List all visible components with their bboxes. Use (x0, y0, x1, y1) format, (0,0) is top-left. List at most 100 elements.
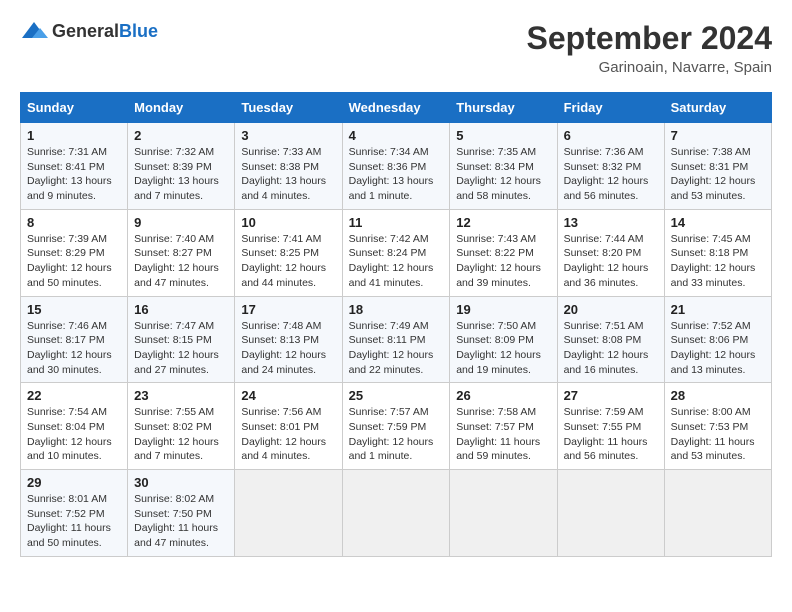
day-info: Sunrise: 7:41 AM Sunset: 8:25 PM Dayligh… (241, 232, 335, 291)
calendar-cell: 1 Sunrise: 7:31 AM Sunset: 8:41 PM Daylig… (21, 123, 128, 210)
calendar-cell: 28 Sunrise: 8:00 AM Sunset: 7:53 PM Dayli… (664, 383, 771, 470)
day-number: 13 (564, 215, 658, 230)
title-block: September 2024 Garinoain, Navarre, Spain (527, 20, 772, 76)
day-number: 11 (349, 215, 444, 230)
day-info: Sunrise: 7:35 AM Sunset: 8:34 PM Dayligh… (456, 145, 550, 204)
calendar-cell: 18 Sunrise: 7:49 AM Sunset: 8:11 PM Dayli… (342, 296, 450, 383)
calendar-cell: 2Sunrise: 7:32 AM Sunset: 8:39 PM Daylig… (128, 123, 235, 210)
day-number: 6 (564, 128, 658, 143)
calendar-cell (235, 470, 342, 557)
day-number: 1 (27, 128, 121, 143)
calendar-cell: 7 Sunrise: 7:38 AM Sunset: 8:31 PM Daylig… (664, 123, 771, 210)
calendar-cell: 22 Sunrise: 7:54 AM Sunset: 8:04 PM Dayli… (21, 383, 128, 470)
logo: GeneralBlue (20, 20, 158, 42)
day-info: Sunrise: 7:47 AM Sunset: 8:15 PM Dayligh… (134, 319, 228, 378)
day-info: Sunrise: 7:45 AM Sunset: 8:18 PM Dayligh… (671, 232, 765, 291)
col-thursday: Thursday (450, 93, 557, 123)
week-row-1: 8Sunrise: 7:39 AM Sunset: 8:29 PM Daylig… (21, 209, 772, 296)
day-info: Sunrise: 7:42 AM Sunset: 8:24 PM Dayligh… (349, 232, 444, 291)
day-number: 19 (456, 302, 550, 317)
day-number: 7 (671, 128, 765, 143)
day-number: 9 (134, 215, 228, 230)
day-info: Sunrise: 7:56 AM Sunset: 8:01 PM Dayligh… (241, 405, 335, 464)
location-title: Garinoain, Navarre, Spain (527, 59, 772, 76)
calendar-cell: 14 Sunrise: 7:45 AM Sunset: 8:18 PM Dayli… (664, 209, 771, 296)
day-number: 18 (349, 302, 444, 317)
col-wednesday: Wednesday (342, 93, 450, 123)
calendar-cell: 4 Sunrise: 7:34 AM Sunset: 8:36 PM Daylig… (342, 123, 450, 210)
day-number: 17 (241, 302, 335, 317)
day-info: Sunrise: 7:32 AM Sunset: 8:39 PM Dayligh… (134, 145, 228, 204)
day-number: 16 (134, 302, 228, 317)
day-info: Sunrise: 7:31 AM Sunset: 8:41 PM Dayligh… (27, 145, 121, 204)
day-info: Sunrise: 7:33 AM Sunset: 8:38 PM Dayligh… (241, 145, 335, 204)
logo-text: GeneralBlue (52, 21, 158, 42)
col-friday: Friday (557, 93, 664, 123)
day-number: 24 (241, 388, 335, 403)
calendar-cell: 9 Sunrise: 7:40 AM Sunset: 8:27 PM Daylig… (128, 209, 235, 296)
day-info: Sunrise: 7:49 AM Sunset: 8:11 PM Dayligh… (349, 319, 444, 378)
calendar-cell: 11 Sunrise: 7:42 AM Sunset: 8:24 PM Dayli… (342, 209, 450, 296)
day-info: Sunrise: 7:34 AM Sunset: 8:36 PM Dayligh… (349, 145, 444, 204)
col-saturday: Saturday (664, 93, 771, 123)
day-number: 23 (134, 388, 228, 403)
day-info: Sunrise: 7:36 AM Sunset: 8:32 PM Dayligh… (564, 145, 658, 204)
col-sunday: Sunday (21, 93, 128, 123)
logo-icon (20, 20, 48, 42)
day-number: 27 (564, 388, 658, 403)
page-header: GeneralBlue September 2024 Garinoain, Na… (20, 20, 772, 76)
calendar-cell (557, 470, 664, 557)
calendar-cell: 29 Sunrise: 8:01 AM Sunset: 7:52 PM Dayli… (21, 470, 128, 557)
calendar-table: Sunday Monday Tuesday Wednesday Thursday… (20, 92, 772, 557)
calendar-cell: 17 Sunrise: 7:48 AM Sunset: 8:13 PM Dayli… (235, 296, 342, 383)
day-number: 25 (349, 388, 444, 403)
day-number: 21 (671, 302, 765, 317)
calendar-cell: 16 Sunrise: 7:47 AM Sunset: 8:15 PM Dayli… (128, 296, 235, 383)
day-number: 26 (456, 388, 550, 403)
day-info: Sunrise: 7:38 AM Sunset: 8:31 PM Dayligh… (671, 145, 765, 204)
day-info: Sunrise: 7:54 AM Sunset: 8:04 PM Dayligh… (27, 405, 121, 464)
day-number: 22 (27, 388, 121, 403)
week-row-0: 1 Sunrise: 7:31 AM Sunset: 8:41 PM Daylig… (21, 123, 772, 210)
day-number: 14 (671, 215, 765, 230)
day-info: Sunrise: 8:02 AM Sunset: 7:50 PM Dayligh… (134, 492, 228, 551)
day-info: Sunrise: 7:46 AM Sunset: 8:17 PM Dayligh… (27, 319, 121, 378)
calendar-cell: 13Sunrise: 7:44 AM Sunset: 8:20 PM Dayli… (557, 209, 664, 296)
logo-general: General (52, 21, 119, 41)
calendar-cell (342, 470, 450, 557)
day-number: 5 (456, 128, 550, 143)
week-row-3: 22 Sunrise: 7:54 AM Sunset: 8:04 PM Dayli… (21, 383, 772, 470)
calendar-cell (450, 470, 557, 557)
calendar-cell: 15 Sunrise: 7:46 AM Sunset: 8:17 PM Dayli… (21, 296, 128, 383)
calendar-cell: 25Sunrise: 7:57 AM Sunset: 7:59 PM Dayli… (342, 383, 450, 470)
day-info: Sunrise: 8:00 AM Sunset: 7:53 PM Dayligh… (671, 405, 765, 464)
calendar-cell: 24 Sunrise: 7:56 AM Sunset: 8:01 PM Dayli… (235, 383, 342, 470)
day-info: Sunrise: 7:43 AM Sunset: 8:22 PM Dayligh… (456, 232, 550, 291)
calendar-cell: 27Sunrise: 7:59 AM Sunset: 7:55 PM Dayli… (557, 383, 664, 470)
day-number: 10 (241, 215, 335, 230)
day-info: Sunrise: 7:48 AM Sunset: 8:13 PM Dayligh… (241, 319, 335, 378)
calendar-cell: 8Sunrise: 7:39 AM Sunset: 8:29 PM Daylig… (21, 209, 128, 296)
calendar-cell (664, 470, 771, 557)
day-info: Sunrise: 7:50 AM Sunset: 8:09 PM Dayligh… (456, 319, 550, 378)
calendar-cell: 3 Sunrise: 7:33 AM Sunset: 8:38 PM Daylig… (235, 123, 342, 210)
calendar-cell: 26 Sunrise: 7:58 AM Sunset: 7:57 PM Dayli… (450, 383, 557, 470)
day-number: 8 (27, 215, 121, 230)
calendar-cell: 5 Sunrise: 7:35 AM Sunset: 8:34 PM Daylig… (450, 123, 557, 210)
day-info: Sunrise: 7:58 AM Sunset: 7:57 PM Dayligh… (456, 405, 550, 464)
day-info: Sunrise: 8:01 AM Sunset: 7:52 PM Dayligh… (27, 492, 121, 551)
day-number: 29 (27, 475, 121, 490)
day-number: 15 (27, 302, 121, 317)
col-monday: Monday (128, 93, 235, 123)
day-number: 4 (349, 128, 444, 143)
calendar-cell: 21Sunrise: 7:52 AM Sunset: 8:06 PM Dayli… (664, 296, 771, 383)
day-number: 3 (241, 128, 335, 143)
calendar-cell: 20Sunrise: 7:51 AM Sunset: 8:08 PM Dayli… (557, 296, 664, 383)
col-tuesday: Tuesday (235, 93, 342, 123)
day-number: 28 (671, 388, 765, 403)
day-info: Sunrise: 7:51 AM Sunset: 8:08 PM Dayligh… (564, 319, 658, 378)
calendar-cell: 23Sunrise: 7:55 AM Sunset: 8:02 PM Dayli… (128, 383, 235, 470)
calendar-header-row: Sunday Monday Tuesday Wednesday Thursday… (21, 93, 772, 123)
day-info: Sunrise: 7:40 AM Sunset: 8:27 PM Dayligh… (134, 232, 228, 291)
day-number: 12 (456, 215, 550, 230)
